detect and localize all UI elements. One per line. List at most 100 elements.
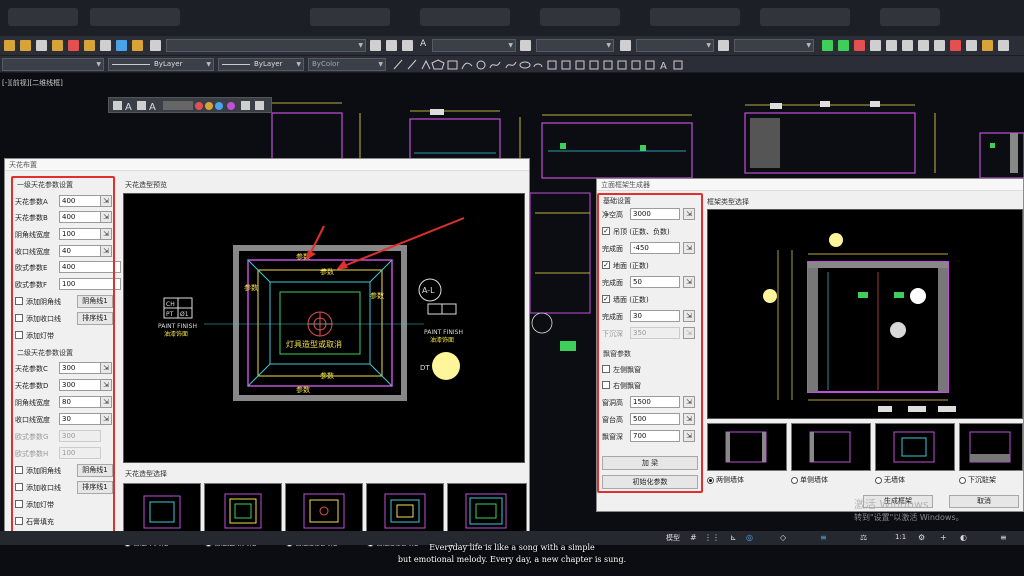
lineweight-icon[interactable]: ≡ xyxy=(820,533,827,542)
erase-icon[interactable] xyxy=(950,40,961,51)
cancel-button[interactable]: 取消 xyxy=(949,495,1019,508)
modify-icon[interactable] xyxy=(854,40,865,51)
left-bay-check[interactable]: 左侧飘窗 xyxy=(602,363,702,377)
modify-icon[interactable] xyxy=(998,40,1009,51)
ceiling-finish-input[interactable] xyxy=(630,242,680,254)
pick-point-icon[interactable]: ⇲ xyxy=(100,195,112,207)
layer-icon[interactable] xyxy=(4,40,15,51)
layer-combo[interactable]: ▼ xyxy=(166,39,366,52)
model-tab[interactable]: 模型 xyxy=(666,533,680,543)
ceiling-check-row[interactable]: ✓ 吊顶 (正数、负数) xyxy=(602,225,702,239)
frame-thumb-2[interactable] xyxy=(791,423,871,471)
layer-state-icon[interactable] xyxy=(36,40,47,51)
blurred-tab[interactable] xyxy=(310,8,390,26)
add-beam-button[interactable]: 加 梁 xyxy=(602,456,698,470)
blurred-tab[interactable] xyxy=(540,8,620,26)
cornice-line-button[interactable]: 阴角线1 xyxy=(77,464,113,477)
sill-height-input[interactable] xyxy=(630,413,680,425)
layer-icon[interactable] xyxy=(52,40,63,51)
layer-icon[interactable] xyxy=(402,40,413,51)
right-bay-check[interactable]: 右侧飘窗 xyxy=(602,379,702,393)
layer-icon[interactable] xyxy=(150,40,161,51)
polar-icon[interactable]: ◎ xyxy=(746,533,753,542)
wall-check-row[interactable]: ✓ 墙面 (正数) xyxy=(602,293,702,307)
pick-point-icon[interactable]: ⇲ xyxy=(683,242,695,254)
table-style-icon[interactable] xyxy=(620,40,631,51)
pick-point-icon[interactable]: ⇲ xyxy=(100,379,112,391)
blurred-tab[interactable] xyxy=(8,8,78,26)
checkbox[interactable] xyxy=(602,365,610,373)
layer-off-icon[interactable] xyxy=(68,40,79,51)
level1-trim-width-input[interactable] xyxy=(59,245,101,257)
plus-icon[interactable]: + xyxy=(940,533,947,542)
snap-icon[interactable]: ⋮⋮ xyxy=(704,533,720,542)
blurred-tab[interactable] xyxy=(90,8,180,26)
layer-match-icon[interactable] xyxy=(370,40,381,51)
pick-point-icon[interactable]: ⇲ xyxy=(683,276,695,288)
init-params-button[interactable]: 初始化参数 xyxy=(602,475,698,489)
blurred-tab[interactable] xyxy=(760,8,850,26)
layer-icon[interactable] xyxy=(132,40,143,51)
level2-check-lightstrip[interactable]: 添加灯带 xyxy=(15,498,115,512)
level2-cornice-width-input[interactable] xyxy=(59,396,101,408)
level2-check-gypsum[interactable]: 石膏填充 xyxy=(15,515,115,529)
move-icon[interactable] xyxy=(902,40,913,51)
modify-icon[interactable] xyxy=(870,40,881,51)
checkbox[interactable]: ✓ xyxy=(602,295,610,303)
pick-point-icon[interactable]: ⇲ xyxy=(683,327,695,339)
table-style-combo[interactable]: ▼ xyxy=(636,39,714,52)
level2-euro-g-input[interactable] xyxy=(59,430,101,442)
level1-euro-f-input[interactable] xyxy=(59,278,121,290)
layer-icon[interactable] xyxy=(386,40,397,51)
pick-point-icon[interactable]: ⇲ xyxy=(683,430,695,442)
checkbox[interactable] xyxy=(15,331,23,339)
lineweight-combo[interactable]: ByLayer ▼ xyxy=(218,58,304,71)
modify-icon[interactable] xyxy=(934,40,945,51)
checkbox[interactable] xyxy=(15,500,23,508)
floor-check-row[interactable]: ✓ 地面 (正数) xyxy=(602,259,702,273)
blurred-tab[interactable] xyxy=(650,8,740,26)
modify-icon[interactable] xyxy=(966,40,977,51)
level2-param-d-input[interactable] xyxy=(59,379,101,391)
level1-check-lightstrip[interactable]: 添加灯带 xyxy=(15,329,115,343)
grid-icon[interactable]: # xyxy=(690,533,697,542)
blurred-tab[interactable] xyxy=(420,8,510,26)
pick-point-icon[interactable]: ⇲ xyxy=(100,228,112,240)
clear-height-input[interactable] xyxy=(630,208,680,220)
mleader-style-icon[interactable] xyxy=(718,40,729,51)
checkbox[interactable] xyxy=(602,381,610,389)
modify-icon[interactable] xyxy=(982,40,993,51)
trim-line-button[interactable]: 排序线1 xyxy=(77,312,113,325)
blurred-tab[interactable] xyxy=(880,8,940,26)
checkbox[interactable]: ✓ xyxy=(602,261,610,269)
level1-euro-e-input[interactable] xyxy=(59,261,121,273)
window-height-input[interactable] xyxy=(630,396,680,408)
rotate-icon[interactable] xyxy=(918,40,929,51)
bay-depth-input[interactable] xyxy=(630,430,680,442)
annotation-icon[interactable]: ⚖ xyxy=(860,533,867,542)
dim-style-icon[interactable] xyxy=(520,40,531,51)
gear-icon[interactable]: ⚙ xyxy=(918,533,925,542)
frame-type-radio-2[interactable]: 单侧墙体 xyxy=(791,475,828,485)
level2-param-c-input[interactable] xyxy=(59,362,101,374)
frame-thumb-3[interactable] xyxy=(875,423,955,471)
floor-finish-input[interactable] xyxy=(630,276,680,288)
plotstyle-combo[interactable]: ByColor ▼ xyxy=(308,58,386,71)
frame-type-radio-1[interactable]: 两侧墙体 xyxy=(707,475,744,485)
level1-param-a-input[interactable] xyxy=(59,195,101,207)
floating-toolbar-icons[interactable]: A A xyxy=(109,98,273,114)
pick-point-icon[interactable]: ⇲ xyxy=(683,208,695,220)
pick-point-icon[interactable]: ⇲ xyxy=(100,211,112,223)
menu-icon[interactable]: ≡ xyxy=(1000,533,1007,542)
pick-point-icon[interactable]: ⇲ xyxy=(683,413,695,425)
pick-point-icon[interactable]: ⇲ xyxy=(100,396,112,408)
checkbox[interactable] xyxy=(15,297,23,305)
layer-icon[interactable] xyxy=(100,40,111,51)
viewport-label[interactable]: [-][前视][二维线框] xyxy=(2,78,63,88)
checkbox[interactable] xyxy=(15,314,23,322)
linetype-combo[interactable]: ByLayer ▼ xyxy=(108,58,214,71)
modify-icon[interactable] xyxy=(886,40,897,51)
draw-tools-icons[interactable]: A xyxy=(392,58,692,71)
pick-point-icon[interactable]: ⇲ xyxy=(100,362,112,374)
trim-line-button[interactable]: 排序线1 xyxy=(77,481,113,494)
